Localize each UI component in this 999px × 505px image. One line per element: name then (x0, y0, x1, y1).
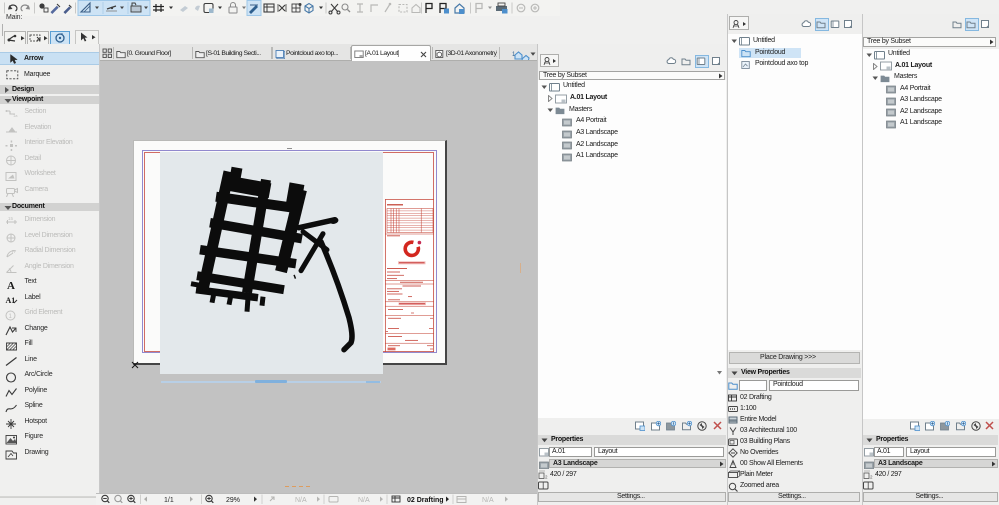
svg-text:02 Drafting: 02 Drafting (407, 497, 444, 504)
svg-text:1: 1 (9, 314, 13, 320)
svg-text:N/A: N/A (358, 497, 370, 504)
svg-text:1a: 1a (13, 113, 18, 118)
svg-text:A1: A1 (6, 296, 16, 305)
svg-text:R: R (12, 249, 16, 254)
svg-text:15: 15 (8, 216, 14, 221)
svg-text:29%: 29% (226, 497, 240, 504)
svg-text:2: 2 (545, 475, 548, 480)
svg-text:N/A: N/A (482, 497, 494, 504)
svg-text:A: A (7, 280, 15, 290)
svg-text:1/1: 1/1 (164, 497, 174, 504)
svg-text:N/A: N/A (295, 497, 307, 504)
svg-text:2: 2 (870, 475, 873, 480)
